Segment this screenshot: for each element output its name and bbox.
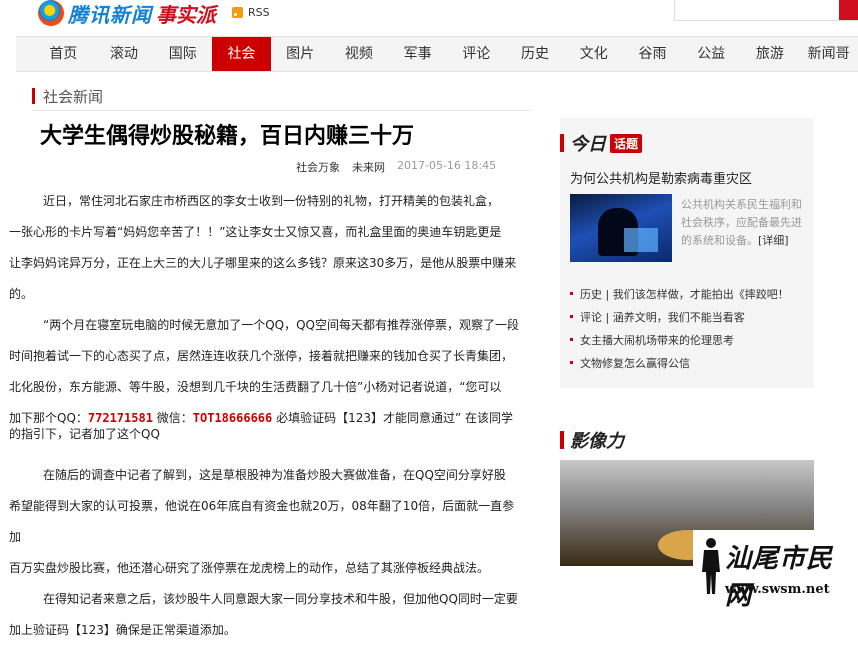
impact-header: 影像力	[560, 430, 624, 452]
article-meta: 社会万象 未来网 2017-05-16 18:45	[296, 159, 496, 175]
impact-title: 影像力	[570, 431, 624, 452]
qq-number: 772171581	[87, 411, 153, 425]
today-headline-link[interactable]: 为何公共机构是勒索病毒重灾区	[570, 168, 752, 187]
divider	[32, 110, 532, 111]
paragraph-line: 百万实盘炒股比赛，他还潜心研究了涨停票在龙虎榜上的动作，总结了其涨停板经典战法。	[9, 561, 490, 575]
section-accent-bar	[32, 88, 35, 104]
article-source-secondary: 未来网	[352, 161, 385, 174]
paragraph-line: 近日，常住河北石家庄市桥西区的李女士收到一份特别的礼物，打开精美的包装礼盒，	[43, 194, 500, 208]
site-logo[interactable]: 腾讯新闻 事实派	[38, 0, 216, 27]
search-button[interactable]	[839, 0, 858, 20]
nav-item-photos[interactable]: 图片	[271, 37, 330, 71]
list-item-label: 女主播大闹机场带来的伦理思考	[580, 333, 734, 347]
article-headline: 大学生偶得炒股秘籍，百日内赚三十万	[40, 124, 415, 149]
figure-icon	[702, 538, 720, 594]
text-fragment: 加下那个QQ：	[9, 411, 88, 425]
nav-item-culture[interactable]: 文化	[564, 37, 623, 71]
nav-item-opinion[interactable]: 评论	[447, 37, 506, 71]
today-topic-panel: 今日 话题 为何公共机构是勒索病毒重灾区 公共机构关系民生福利和社会秩序，应配备…	[560, 118, 814, 388]
search-input[interactable]	[674, 0, 858, 21]
section-title[interactable]: 社会新闻	[43, 86, 103, 107]
paragraph-line: 让李妈妈诧异万分，正在上大三的大儿子哪里来的这么多钱？原来这30多万，是他从股票…	[9, 256, 517, 270]
logo-sub: 事实派	[156, 2, 216, 27]
paragraph-line: 北化股份，东方能源、等牛股，没想到几千块的生活费翻了几十倍”小杨对记者说道，“您…	[9, 380, 502, 394]
bullet-icon	[570, 315, 573, 318]
bullet-icon	[570, 292, 573, 295]
rss-label: RSS	[248, 6, 270, 19]
paragraph-line: 在得知记者来意之后，该炒股牛人同意跟大家一同分享技术和牛股，但加他QQ同时一定要	[43, 592, 518, 606]
watermark-text: 汕尾市民网	[725, 544, 834, 611]
list-item-label: 历史 | 我们该怎样做，才能拍出《摔跤吧！	[580, 287, 789, 301]
nav-item-guyu[interactable]: 谷雨	[623, 37, 682, 71]
list-item[interactable]: 历史 | 我们该怎样做，才能拍出《摔跤吧！	[570, 282, 810, 305]
nav-item-society[interactable]: 社会	[212, 37, 271, 71]
nav-item-charity[interactable]: 公益	[682, 37, 741, 71]
bullet-icon	[570, 338, 573, 341]
paragraph-line: 在随后的调查中记者了解到，这是草根股神为准备炒股大赛做准备，在QQ空间分享好股	[43, 468, 506, 482]
today-link-list: 历史 | 我们该怎样做，才能拍出《摔跤吧！ 评论 | 涵养文明，我们不能当看客 …	[570, 282, 810, 374]
nav-item-military[interactable]: 军事	[388, 37, 447, 71]
paragraph-line: 一张心形的卡片写着“妈妈您辛苦了！！”这让李女士又惊又喜，而礼盒里面的奥迪车钥匙…	[9, 225, 502, 239]
article-source[interactable]: 社会万象	[296, 159, 340, 175]
nav-item-world[interactable]: 国际	[153, 37, 212, 71]
main-nav: 首页 滚动 国际 社会 图片 视频 军事 评论 历史 文化 谷雨 公益 旅游 新…	[16, 36, 858, 72]
list-item-label: 评论 | 涵养文明，我们不能当看客	[580, 310, 745, 324]
nav-item-scroll[interactable]: 滚动	[95, 37, 154, 71]
nav-item-video[interactable]: 视频	[330, 37, 389, 71]
today-accent-bar	[560, 134, 564, 152]
site-watermark: 汕尾市民网 www.swsm.net	[693, 530, 858, 611]
list-item-label: 文物修复怎么赢得公信	[580, 356, 690, 370]
nav-item-home[interactable]: 首页	[32, 37, 95, 71]
list-item[interactable]: 文物修复怎么赢得公信	[570, 351, 810, 374]
logo-text: 腾讯新闻	[68, 2, 152, 27]
watermark-url: www.swsm.net	[725, 582, 830, 597]
bullet-icon	[570, 361, 573, 364]
today-title: 今日	[570, 134, 606, 155]
section-header: 社会新闻	[32, 86, 103, 106]
today-topic-header: 今日 话题	[560, 132, 643, 155]
paragraph-line: 加上验证码【123】确保是正常渠道添加。	[9, 623, 236, 637]
rss-icon	[232, 7, 243, 18]
list-item[interactable]: 女主播大闹机场带来的伦理思考	[570, 328, 810, 351]
nav-item-history[interactable]: 历史	[506, 37, 565, 71]
impact-accent-bar	[560, 431, 564, 449]
article-body: 近日，常住河北石家庄市桥西区的李女士收到一份特别的礼物，打开精美的包装礼盒， 一…	[9, 186, 519, 646]
paragraph-line: “两个月在寝室玩电脑的时候无意加了一个QQ，QQ空间每天都有推荐涨停票，观察了一…	[43, 318, 520, 332]
article-time: 2017-05-16 18:45	[397, 159, 497, 172]
nav-item-travel[interactable]: 旅游	[741, 37, 800, 71]
today-tag: 话题	[610, 133, 643, 153]
laptop-screen	[624, 228, 658, 252]
today-thumbnail[interactable]	[570, 194, 672, 262]
list-item[interactable]: 评论 | 涵养文明，我们不能当看客	[570, 305, 810, 328]
nav-item-newsbro[interactable]: 新闻哥	[799, 37, 858, 71]
top-bar: 腾讯新闻 事实派 RSS	[0, 0, 858, 34]
wechat-id: TOT18666666	[192, 411, 273, 425]
today-description: 公共机构关系民生福利和社会秩序，应配备最先进的系统和设备。[详细]	[681, 196, 807, 250]
paragraph-line: 时间抱着试一下的心态买了点，居然连连收获几个涨停，接着就把赚来的钱加仓买了长青集…	[9, 349, 514, 363]
today-more-link[interactable]: [详细]	[758, 234, 789, 247]
paragraph-line: 的。	[9, 287, 34, 301]
text-fragment: 必填验证码【123】才能同意通过” 在该同学	[272, 411, 514, 425]
qq-logo-icon	[38, 0, 64, 26]
paragraph-line: 希望能得到大家的认可投票，他说在06年底自有资金也就20万，08年翻了10倍，后…	[9, 499, 515, 544]
text-fragment: 微信：	[152, 411, 193, 425]
rss-link[interactable]: RSS	[232, 6, 270, 19]
